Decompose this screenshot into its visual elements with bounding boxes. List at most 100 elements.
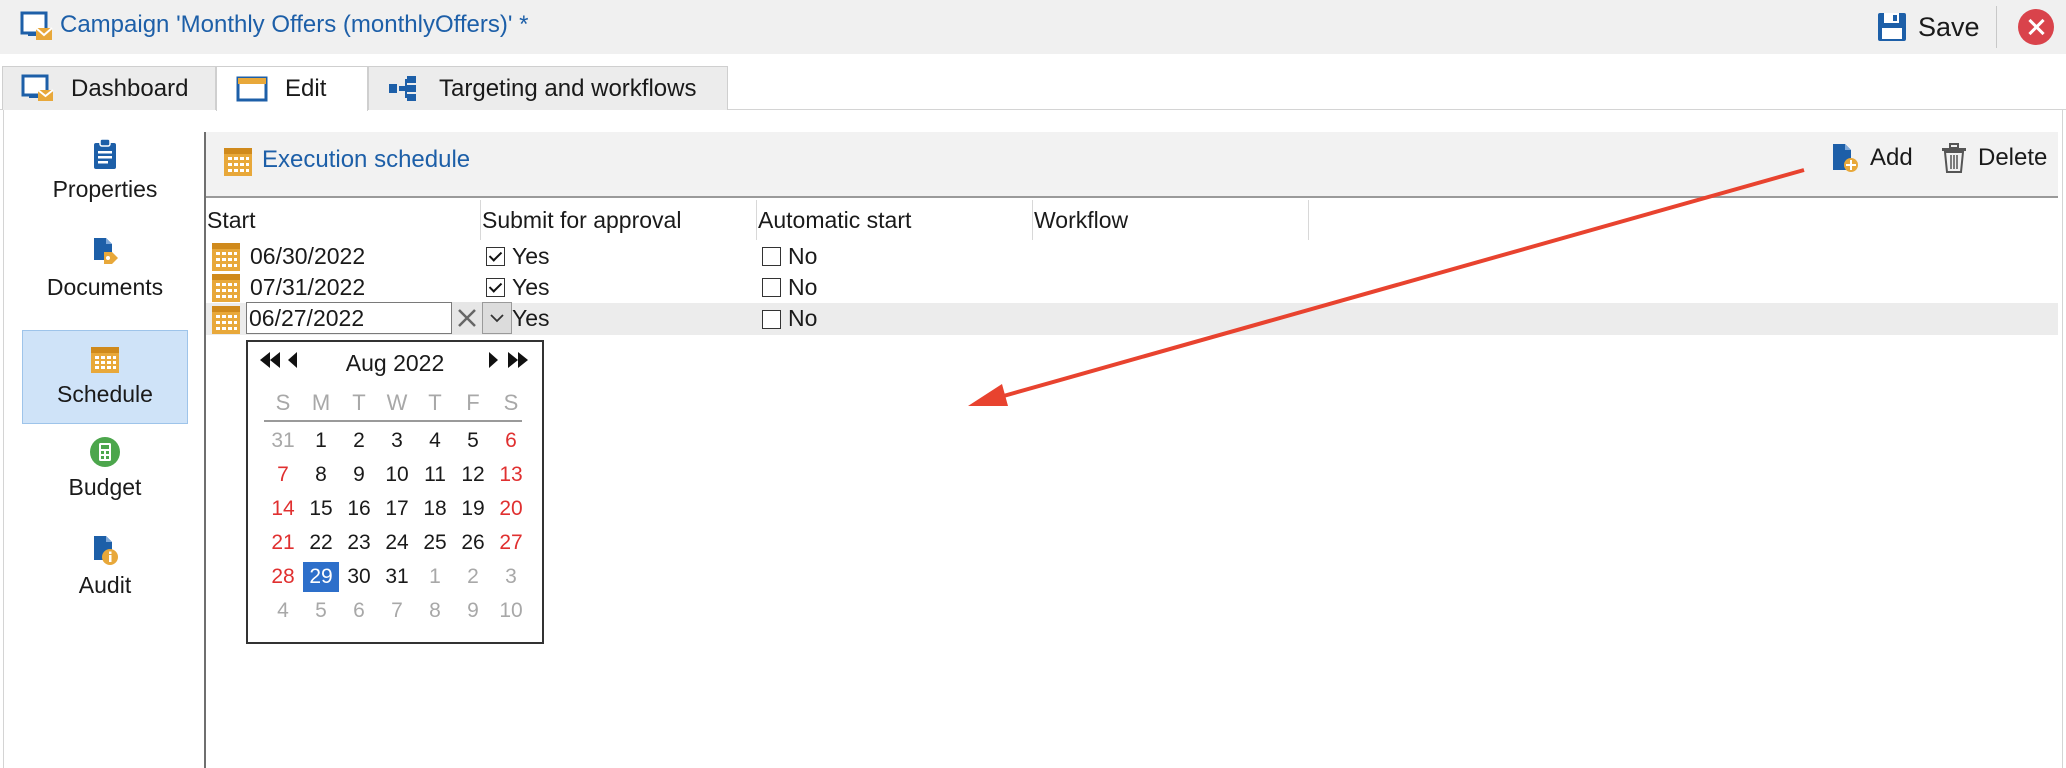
- sidebar-item-budget[interactable]: Budget: [22, 436, 188, 514]
- table-row[interactable]: [206, 272, 2058, 304]
- sidebar-item-audit[interactable]: Audit: [22, 534, 188, 612]
- calendar-day[interactable]: 4: [265, 596, 301, 626]
- calendar-day[interactable]: 31: [379, 562, 415, 592]
- column-header-automatic-start[interactable]: Automatic start: [758, 200, 911, 240]
- calendar-day[interactable]: 19: [455, 494, 491, 524]
- column-separator: [480, 200, 481, 240]
- approval-checkbox[interactable]: [486, 278, 505, 297]
- approval-value: Yes: [512, 243, 550, 269]
- calendar-day[interactable]: 3: [379, 426, 415, 456]
- content-frame-right: [2062, 110, 2063, 768]
- calendar-day[interactable]: 23: [341, 528, 377, 558]
- edit-form-icon: [236, 76, 268, 102]
- tab-targeting-workflows[interactable]: Targeting and workflows: [368, 66, 728, 110]
- column-header-start[interactable]: Start: [207, 200, 256, 240]
- workflow-icon: [389, 75, 416, 101]
- calendar-day[interactable]: 24: [379, 528, 415, 558]
- auto-start-checkbox[interactable]: [762, 278, 781, 297]
- calendar-day[interactable]: 20: [493, 494, 529, 524]
- chevron-right-icon: [489, 352, 498, 368]
- calendar-day[interactable]: 25: [417, 528, 453, 558]
- calendar-day[interactable]: 9: [341, 460, 377, 490]
- calendar-day[interactable]: 1: [417, 562, 453, 592]
- calendar-day[interactable]: 2: [341, 426, 377, 456]
- sidebar-item-label: Properties: [52, 176, 158, 202]
- tab-edit[interactable]: Edit: [216, 66, 368, 111]
- calendar-icon: [91, 347, 119, 373]
- calendar-day[interactable]: 5: [303, 596, 339, 626]
- sidebar-item-schedule[interactable]: Schedule: [22, 330, 188, 424]
- add-document-icon: [1833, 144, 1858, 172]
- add-button[interactable]: Add: [1830, 142, 1913, 174]
- calendar-day[interactable]: 26: [455, 528, 491, 558]
- approval-value: Yes: [512, 305, 550, 331]
- auto-start-checkbox[interactable]: [762, 310, 781, 329]
- weekday-label: T: [428, 390, 442, 415]
- calendar-day[interactable]: 7: [379, 596, 415, 626]
- approval-checkbox[interactable]: [486, 247, 505, 266]
- tab-dashboard[interactable]: Dashboard: [2, 66, 216, 110]
- column-separator: [756, 200, 757, 240]
- auto-start-value: No: [788, 274, 818, 300]
- calendar-day[interactable]: 3: [493, 562, 529, 592]
- calendar-day[interactable]: 10: [493, 596, 529, 626]
- sidebar-item-properties[interactable]: Properties: [22, 138, 188, 216]
- next-year-button[interactable]: [506, 350, 530, 376]
- auto-start-value: No: [788, 305, 818, 331]
- calendar-day[interactable]: 4: [417, 426, 453, 456]
- calendar-day[interactable]: 16: [341, 494, 377, 524]
- start-date[interactable]: 06/30/2022: [250, 243, 365, 270]
- start-date[interactable]: 07/31/2022: [250, 274, 365, 301]
- documents-icon: [94, 238, 118, 264]
- close-icon[interactable]: [2018, 9, 2054, 45]
- calendar-day[interactable]: 10: [379, 460, 415, 490]
- delete-button[interactable]: Delete: [1940, 142, 2047, 174]
- calendar-day[interactable]: 29: [303, 562, 339, 592]
- column-header-workflow[interactable]: Workflow: [1034, 200, 1128, 240]
- calendar-day[interactable]: 2: [455, 562, 491, 592]
- audit-icon: [94, 536, 118, 565]
- calendar-day[interactable]: 22: [303, 528, 339, 558]
- calendar-day[interactable]: 6: [341, 596, 377, 626]
- calendar-day[interactable]: 5: [455, 426, 491, 456]
- calendar-day[interactable]: 13: [493, 460, 529, 490]
- calendar-day[interactable]: 18: [417, 494, 453, 524]
- save-button[interactable]: Save: [1876, 6, 1980, 48]
- date-dropdown-button[interactable]: [482, 302, 512, 334]
- column-header-approval[interactable]: Submit for approval: [482, 200, 681, 240]
- calendar-day[interactable]: 15: [303, 494, 339, 524]
- calendar-day[interactable]: 17: [379, 494, 415, 524]
- weekday-label: T: [352, 390, 366, 415]
- calendar-day[interactable]: 9: [455, 596, 491, 626]
- calendar-day[interactable]: 7: [265, 460, 301, 490]
- weekday-divider: [264, 420, 522, 422]
- clipboard-icon: [94, 138, 116, 169]
- save-label: Save: [1918, 11, 1980, 42]
- start-date-input[interactable]: [246, 302, 452, 334]
- next-month-button[interactable]: [488, 350, 500, 376]
- calendar-day[interactable]: 8: [303, 460, 339, 490]
- tab-dashboard-label: Dashboard: [71, 74, 189, 102]
- column-separator: [1032, 200, 1033, 240]
- calendar-day[interactable]: 11: [417, 460, 453, 490]
- calculator-icon: [90, 437, 120, 467]
- panel-header-divider: [206, 196, 2058, 198]
- auto-start-checkbox[interactable]: [762, 247, 781, 266]
- table-row[interactable]: [206, 240, 2058, 272]
- calendar-day[interactable]: 31: [265, 426, 301, 456]
- calendar-day[interactable]: 14: [265, 494, 301, 524]
- calendar-day[interactable]: 1: [303, 426, 339, 456]
- calendar-day[interactable]: 28: [265, 562, 301, 592]
- calendar-day[interactable]: 27: [493, 528, 529, 558]
- sidebar-item-documents[interactable]: Documents: [22, 236, 188, 314]
- calendar-day[interactable]: 21: [265, 528, 301, 558]
- column-separator: [1308, 200, 1309, 240]
- clear-x-icon: [458, 309, 476, 327]
- calendar-day[interactable]: 6: [493, 426, 529, 456]
- date-picker-popup[interactable]: Aug 2022 S M T W T F S 31 1 2 3 4 5 6 7 8 9 10 11 12 13 14 15 1…: [246, 340, 544, 644]
- weekday-label: S: [275, 390, 291, 415]
- calendar-day[interactable]: 12: [455, 460, 491, 490]
- calendar-day[interactable]: 30: [341, 562, 377, 592]
- calendar-day[interactable]: 8: [417, 596, 453, 626]
- clear-date-button[interactable]: [452, 302, 482, 334]
